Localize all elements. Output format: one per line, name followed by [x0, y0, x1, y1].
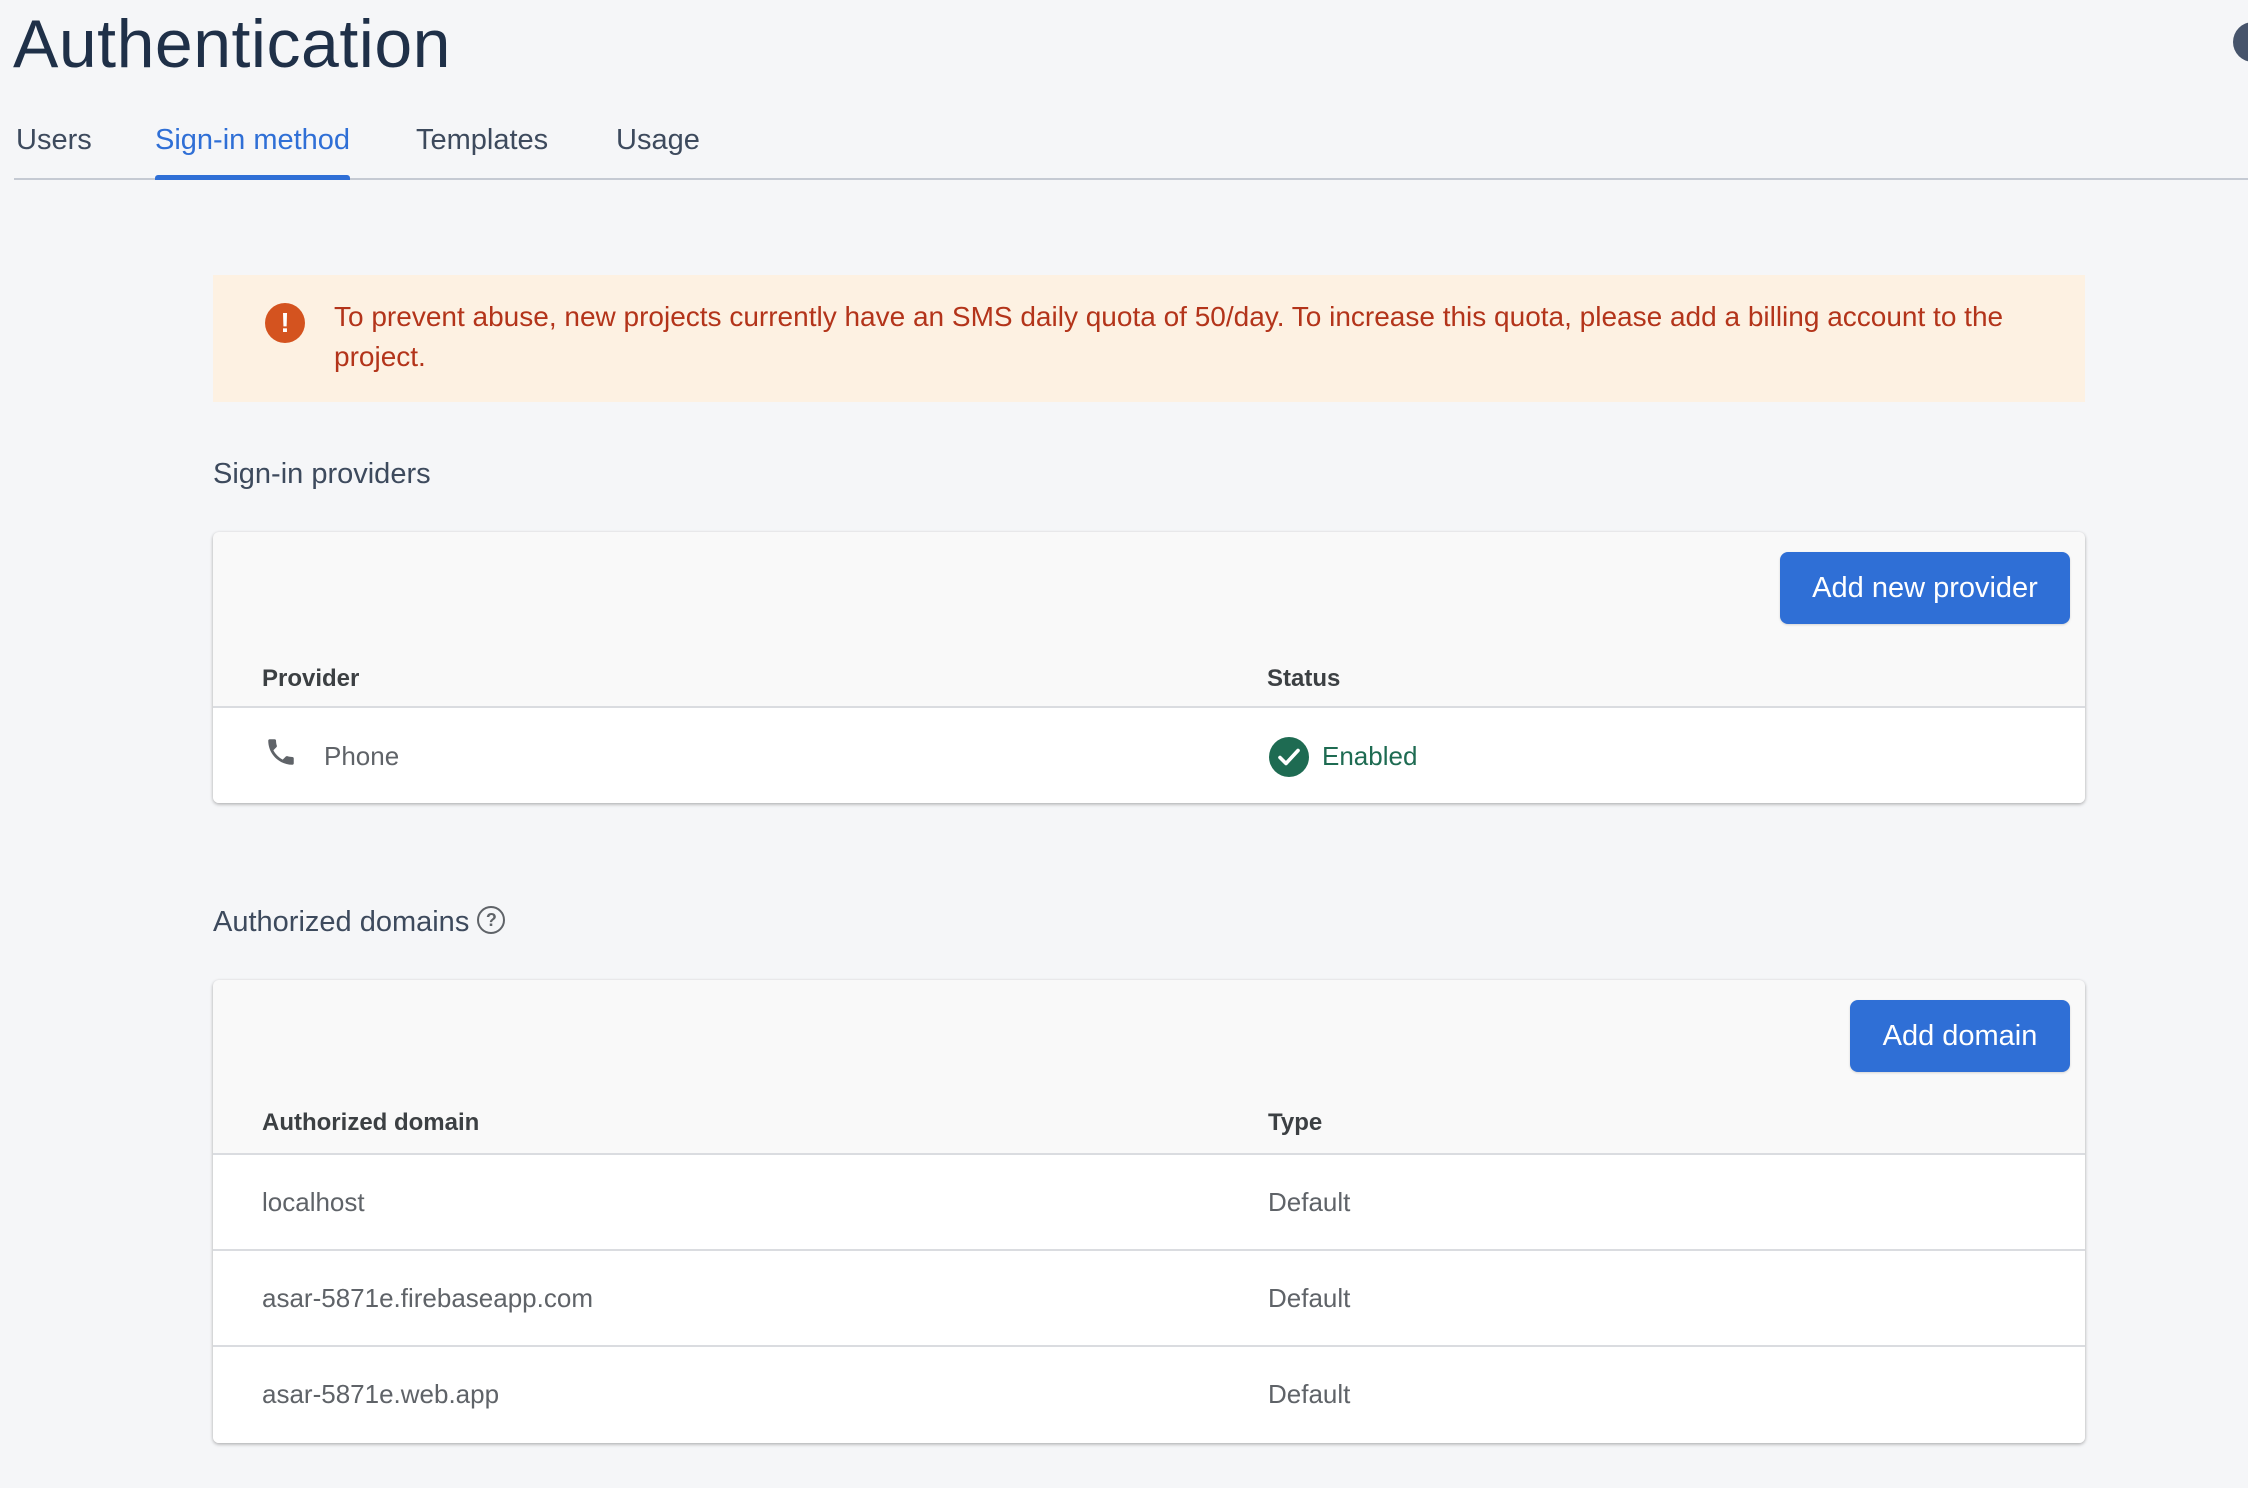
- tab-templates[interactable]: Templates: [416, 110, 548, 178]
- table-row[interactable]: asar-5871e.web.app Default: [213, 1347, 2085, 1443]
- account-avatar[interactable]: [2233, 22, 2248, 62]
- domain-type: Default: [1268, 1379, 1351, 1409]
- authorized-domains-label: Authorized domains: [213, 906, 470, 938]
- domain-type: Default: [1268, 1283, 1351, 1313]
- domain-type: Default: [1268, 1187, 1351, 1217]
- page-title: Authentication: [13, 6, 451, 82]
- check-circle-icon: [1269, 737, 1309, 777]
- column-header-type: Type: [1268, 1109, 1323, 1136]
- add-domain-button[interactable]: Add domain: [1850, 1000, 2070, 1072]
- column-header-authorized-domain: Authorized domain: [262, 1109, 480, 1136]
- domain-name: asar-5871e.firebaseapp.com: [262, 1283, 593, 1313]
- error-icon: !: [265, 303, 305, 343]
- tab-bar: Users Sign-in method Templates Usage: [14, 110, 2248, 180]
- alert-message: To prevent abuse, new projects currently…: [334, 301, 2004, 372]
- authorized-domains-heading: Authorized domains?: [213, 906, 506, 939]
- provider-status: Enabled: [1322, 741, 1418, 771]
- phone-icon: [264, 735, 298, 774]
- column-header-provider: Provider: [262, 665, 360, 692]
- domain-name: asar-5871e.web.app: [262, 1379, 500, 1409]
- tab-usage[interactable]: Usage: [616, 110, 700, 178]
- tab-sign-in-method[interactable]: Sign-in method: [155, 110, 351, 180]
- column-header-status: Status: [1267, 665, 1341, 692]
- table-row[interactable]: localhost Default: [213, 1155, 2085, 1251]
- help-icon[interactable]: ?: [477, 906, 506, 935]
- sign-in-providers-heading: Sign-in providers: [213, 458, 431, 490]
- table-row[interactable]: asar-5871e.firebaseapp.com Default: [213, 1251, 2085, 1347]
- add-new-provider-button[interactable]: Add new provider: [1780, 552, 2070, 624]
- tab-users[interactable]: Users: [16, 110, 92, 178]
- table-row[interactable]: Phone Enabled: [213, 708, 2085, 803]
- domain-name: localhost: [262, 1187, 365, 1217]
- providers-card: Add new provider Provider Status Phone E…: [213, 532, 2085, 803]
- domains-card: Add domain Authorized domain Type localh…: [213, 980, 2085, 1443]
- provider-name: Phone: [324, 741, 400, 771]
- sms-quota-alert: ! To prevent abuse, new projects current…: [213, 275, 2085, 402]
